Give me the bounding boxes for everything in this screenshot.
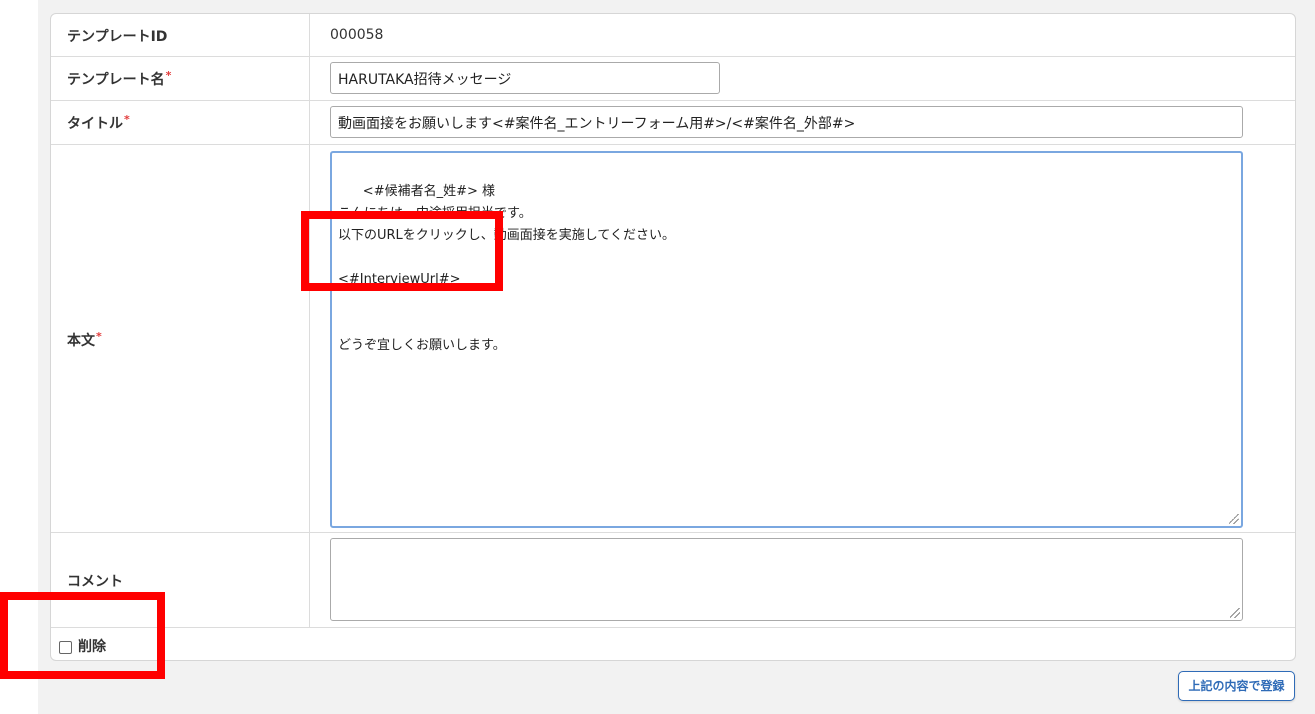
- comment-label: コメント: [67, 574, 123, 590]
- row-body: 本文* <#候補者名_姓#> 様 こんにちは。中途採用担当です。 以下のURLを…: [51, 145, 1295, 533]
- submit-button[interactable]: 上記の内容で登録: [1178, 671, 1295, 701]
- template-form: テンプレートID 000058 テンプレート名* HARUTAKA招待メッセージ…: [50, 13, 1296, 661]
- body-label: 本文: [67, 333, 95, 349]
- template-id-value: 000058: [330, 27, 384, 43]
- row-comment: コメント: [51, 533, 1295, 628]
- row-delete: 削除: [51, 628, 1295, 662]
- row-title: タイトル* 動画面接をお願いします<#案件名_エントリーフォーム用#>/<#案件…: [51, 101, 1295, 145]
- required-mark: *: [124, 113, 130, 126]
- template-name-label: テンプレート名: [67, 72, 165, 88]
- row-template-id: テンプレートID 000058: [51, 14, 1295, 57]
- required-mark: *: [165, 69, 172, 82]
- template-name-input[interactable]: HARUTAKA招待メッセージ: [330, 62, 720, 94]
- highlight-box-delete: [0, 592, 165, 679]
- title-input[interactable]: 動画面接をお願いします<#案件名_エントリーフォーム用#>/<#案件名_外部#>: [330, 106, 1243, 138]
- row-template-name: テンプレート名* HARUTAKA招待メッセージ: [51, 57, 1295, 101]
- resize-handle-icon[interactable]: [1230, 608, 1240, 618]
- highlight-box-interview-url: [301, 211, 503, 291]
- template-id-label: テンプレートID: [67, 29, 168, 45]
- required-mark: *: [96, 330, 102, 343]
- title-label: タイトル: [67, 116, 123, 132]
- body-textarea[interactable]: <#候補者名_姓#> 様 こんにちは。中途採用担当です。 以下のURLをクリック…: [330, 151, 1243, 528]
- comment-textarea[interactable]: [330, 538, 1243, 621]
- resize-handle-icon[interactable]: [1229, 514, 1239, 524]
